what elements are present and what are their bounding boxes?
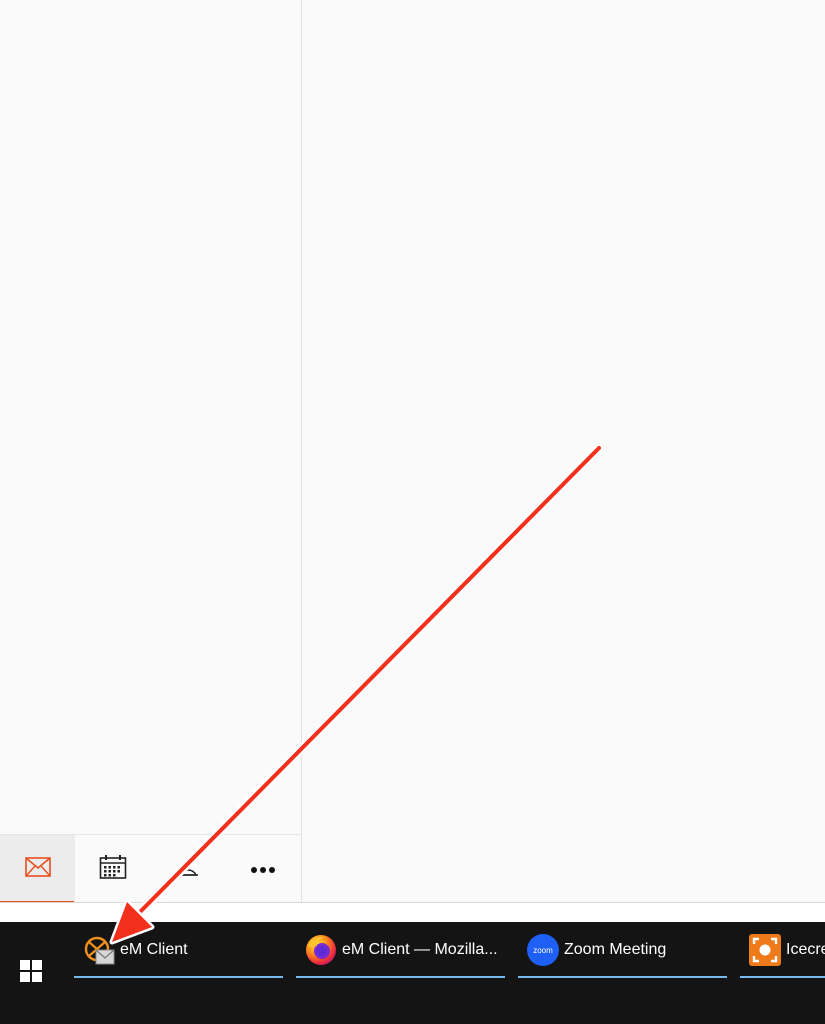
taskbar-item-label: eM Client — Mozilla... [342, 941, 498, 958]
reading-pane [302, 0, 825, 903]
zoom-icon-text: zoom [533, 946, 553, 955]
contacts-icon [174, 854, 202, 885]
taskbar-item-firefox[interactable]: eM Client — Mozilla... [296, 922, 505, 978]
em-client-icon [82, 933, 116, 967]
em-client-window [0, 0, 825, 904]
nav-more-button[interactable] [225, 835, 300, 904]
running-indicator [740, 976, 825, 978]
running-indicator [74, 976, 283, 978]
nav-mail-button[interactable] [0, 835, 75, 904]
taskbar-item-icecream[interactable]: Icecre [740, 922, 825, 978]
window-gap [0, 903, 825, 922]
windows-taskbar: eM Client eM Client — Mozilla... zoom Zo… [0, 922, 825, 1024]
windows-logo-icon [20, 959, 42, 987]
folder-pane [0, 0, 302, 904]
zoom-icon: zoom [526, 933, 560, 967]
nav-contacts-button[interactable] [150, 835, 225, 904]
icecream-recorder-icon [748, 933, 782, 967]
taskbar-item-em-client[interactable]: eM Client [74, 922, 283, 978]
taskbar-item-label: Zoom Meeting [564, 941, 667, 958]
running-indicator [518, 976, 727, 978]
calendar-icon [99, 854, 127, 885]
taskbar-item-zoom[interactable]: zoom Zoom Meeting [518, 922, 727, 978]
nav-calendar-button[interactable] [75, 835, 150, 904]
firefox-icon [304, 933, 338, 967]
running-indicator [296, 976, 505, 978]
taskbar-item-label: eM Client [120, 941, 188, 958]
taskbar-item-label: Icecre [786, 941, 825, 958]
more-icon [250, 861, 276, 879]
mail-icon [24, 857, 51, 882]
module-nav-bar [0, 834, 301, 904]
start-button[interactable] [0, 922, 62, 1024]
